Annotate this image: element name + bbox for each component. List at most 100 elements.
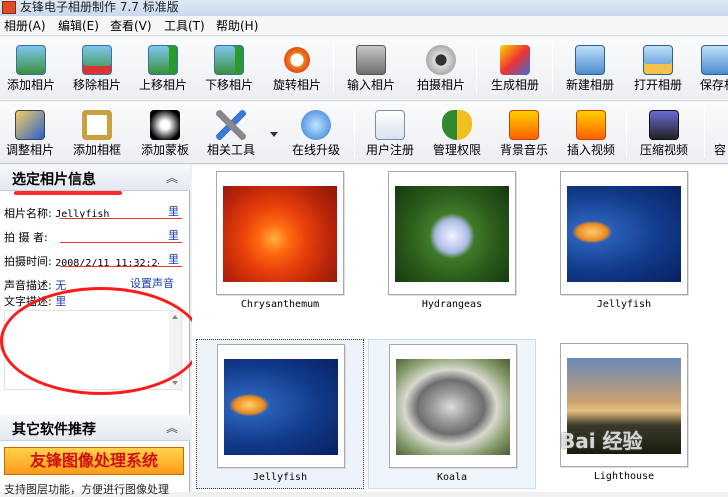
compress-video-button[interactable]: 压缩视频 bbox=[632, 102, 696, 164]
promo-software-button[interactable]: 友锋图像处理系统 bbox=[4, 447, 184, 475]
time-underline bbox=[60, 266, 182, 267]
insert-video-button[interactable]: 插入视频 bbox=[560, 102, 622, 164]
toolbar-separator bbox=[333, 43, 334, 93]
add-frame-button[interactable]: 添加相框 bbox=[66, 102, 128, 164]
adjust-photo-button[interactable]: 调整相片 bbox=[0, 102, 60, 164]
more-tool-button[interactable]: 容 bbox=[710, 102, 728, 164]
wrench-icon bbox=[216, 110, 246, 140]
recommend-header[interactable]: 其它软件推荐 ︽ bbox=[0, 415, 190, 441]
toolbar-separator bbox=[704, 108, 705, 158]
frame-icon bbox=[82, 110, 112, 140]
main-toolbar: 添加相片 移除相片 上移相片 下移相片 旋转相片 输入相片 拍摄相片 生成相册 … bbox=[0, 37, 728, 101]
baidu-watermark: Bai 经验 bbox=[560, 429, 643, 453]
annotation-oval bbox=[0, 287, 202, 395]
shield-icon bbox=[442, 110, 472, 140]
promo-description: 支持图层功能，方便进行图像处理 bbox=[4, 483, 169, 496]
toolbar-separator bbox=[354, 108, 355, 158]
open-album-icon bbox=[643, 45, 673, 75]
photo-caption: Lighthouse bbox=[593, 471, 655, 482]
photo-caption: Jellyfish bbox=[596, 299, 652, 310]
related-tools-button[interactable]: 相关工具 bbox=[200, 102, 262, 164]
add-photo-button[interactable]: 添加相片 bbox=[0, 37, 62, 99]
photo-thumbnail[interactable]: Hydrangeas bbox=[368, 167, 536, 317]
name-underline bbox=[60, 218, 182, 219]
koala-image bbox=[396, 359, 510, 455]
menu-view[interactable]: 查看(V) bbox=[110, 18, 152, 34]
photo-info-header[interactable]: 选定相片信息 ︽ bbox=[0, 165, 190, 191]
photo-info-title: 选定相片信息 bbox=[12, 172, 96, 188]
window-title: 友锋电子相册制作 7.7 标准版 bbox=[20, 0, 179, 14]
open-album-button[interactable]: 打开相册 bbox=[626, 37, 690, 99]
new-album-button[interactable]: 新建相册 bbox=[558, 37, 622, 99]
photo-frame bbox=[216, 171, 344, 295]
photo-thumbnail-selected[interactable]: Jellyfish bbox=[196, 339, 364, 489]
online-upgrade-button[interactable]: 在线升级 bbox=[284, 102, 348, 164]
photo-thumbnail[interactable]: Jellyfish bbox=[540, 167, 708, 317]
new-album-icon bbox=[575, 45, 605, 75]
sound-field: 声音描述: 无 bbox=[4, 279, 67, 292]
app-icon bbox=[2, 1, 16, 14]
scanner-icon bbox=[356, 45, 386, 75]
time-edit-link[interactable]: 里 bbox=[168, 251, 179, 267]
annotation-underline bbox=[14, 191, 122, 195]
save-album-button[interactable]: 保存相 bbox=[694, 37, 728, 99]
manage-permissions-button[interactable]: 管理权限 bbox=[426, 102, 488, 164]
video-icon bbox=[576, 110, 606, 140]
photo-caption: Jellyfish bbox=[252, 472, 308, 483]
remove-photo-button[interactable]: 移除相片 bbox=[66, 37, 128, 99]
time-value[interactable]: 2008/2/11 11:32:24 bbox=[55, 258, 159, 269]
shooter-underline bbox=[60, 242, 182, 243]
photo-caption: Koala bbox=[436, 472, 468, 483]
capture-photo-button[interactable]: 拍摄相片 bbox=[410, 37, 472, 99]
toolbar-separator bbox=[552, 43, 553, 93]
photo-thumbnail[interactable]: Lighthouse bbox=[540, 339, 708, 489]
add-mask-button[interactable]: 添加蒙板 bbox=[134, 102, 196, 164]
toolbar-separator bbox=[626, 108, 627, 158]
name-edit-link[interactable]: 里 bbox=[168, 203, 179, 219]
title-bar: 友锋电子相册制作 7.7 标准版 bbox=[0, 0, 728, 16]
user-register-button[interactable]: 用户注册 bbox=[360, 102, 420, 164]
menu-tools[interactable]: 工具(T) bbox=[164, 18, 205, 34]
menu-edit[interactable]: 编辑(E) bbox=[58, 18, 99, 34]
photo-thumbnail-hover[interactable]: Koala bbox=[368, 339, 536, 489]
collapse-icon[interactable]: ︽ bbox=[166, 169, 178, 186]
generate-album-button[interactable]: 生成相册 bbox=[482, 37, 548, 99]
menu-album[interactable]: 相册(A) bbox=[4, 18, 46, 34]
move-down-button[interactable]: 下移相片 bbox=[198, 37, 260, 99]
shooter-edit-link[interactable]: 里 bbox=[168, 227, 179, 243]
remove-photo-icon bbox=[82, 45, 112, 75]
upgrade-icon bbox=[301, 110, 331, 140]
toolbar-separator bbox=[476, 43, 477, 93]
secondary-toolbar: 调整相片 添加相框 添加蒙板 相关工具 在线升级 用户注册 管理权限 背景音乐 … bbox=[0, 102, 728, 164]
photo-frame bbox=[389, 344, 517, 468]
hydrangeas-image bbox=[395, 186, 509, 282]
jellyfish-image bbox=[224, 359, 338, 455]
set-sound-link[interactable]: 设置声音 bbox=[130, 275, 174, 291]
background-music-button[interactable]: 背景音乐 bbox=[494, 102, 554, 164]
collapse-icon[interactable]: ︽ bbox=[166, 419, 178, 436]
photo-thumbnail[interactable]: Chrysanthemum bbox=[196, 167, 364, 317]
rotate-photo-button[interactable]: 旋转相片 bbox=[266, 37, 328, 99]
recommend-title: 其它软件推荐 bbox=[12, 422, 96, 438]
photo-frame bbox=[388, 171, 516, 295]
photo-caption: Chrysanthemum bbox=[240, 299, 320, 310]
scroll-down-icon[interactable] bbox=[172, 381, 178, 385]
menu-bar: 相册(A) 编辑(E) 查看(V) 工具(T) 帮助(H) bbox=[0, 16, 728, 36]
move-up-button[interactable]: 上移相片 bbox=[132, 37, 194, 99]
photo-gallery: Chrysanthemum Hydrangeas Jellyfish Jelly… bbox=[192, 165, 728, 492]
move-up-icon bbox=[148, 45, 178, 75]
chevron-down-icon[interactable] bbox=[270, 132, 278, 137]
adjust-photo-icon bbox=[15, 110, 45, 140]
move-down-icon bbox=[214, 45, 244, 75]
save-album-icon bbox=[701, 45, 728, 75]
compress-video-icon bbox=[649, 110, 679, 140]
menu-help[interactable]: 帮助(H) bbox=[216, 18, 258, 34]
shooter-field: 拍 摄 者: bbox=[4, 231, 48, 244]
register-icon bbox=[375, 110, 405, 140]
input-photo-button[interactable]: 输入相片 bbox=[340, 37, 402, 99]
webcam-icon bbox=[426, 45, 456, 75]
chrysanthemum-image bbox=[223, 186, 337, 282]
photo-caption: Hydrangeas bbox=[421, 299, 483, 310]
jellyfish-image bbox=[567, 186, 681, 282]
photo-frame bbox=[560, 171, 688, 295]
